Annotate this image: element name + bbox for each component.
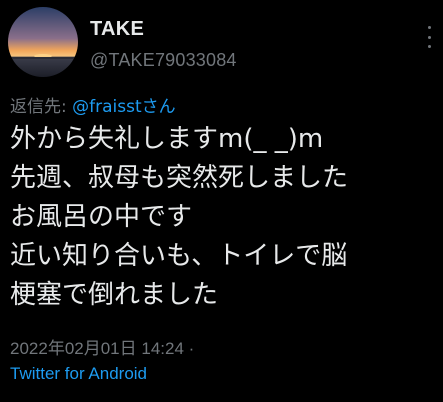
- tweet-text: 外から失礼しますm(_ _)m 先週、叔母も突然死しました お風呂の中です 近い…: [10, 120, 440, 315]
- tweet-timestamp[interactable]: 2022年02月01日 14:24 ·: [10, 334, 194, 359]
- more-dot: [427, 35, 431, 39]
- avatar[interactable]: [8, 7, 78, 77]
- more-dot: [427, 26, 431, 29]
- tweet-text-line: 先週、叔母も突然死しました: [10, 163, 349, 193]
- sunset-avatar-icon: [8, 7, 78, 77]
- tweet-text-line: お風呂の中です: [10, 202, 193, 232]
- display-name[interactable]: TAKE: [90, 18, 144, 41]
- tweet-text-line: 外から失礼しますm(_ _)m: [10, 124, 324, 154]
- reply-mention-link[interactable]: @fraisstさん: [72, 97, 176, 117]
- tweet-text-line: 近い知り合いも、トイレで脳: [10, 241, 348, 271]
- more-vertical-icon[interactable]: [421, 22, 437, 52]
- user-handle[interactable]: @TAKE79033084: [90, 50, 237, 71]
- reply-context: 返信先: @fraisstさん: [10, 92, 176, 117]
- tweet-card: TAKE @TAKE79033084 返信先: @fraisstさん 外から失礼…: [0, 0, 443, 402]
- more-dot: [427, 45, 431, 48]
- tweet-source-link[interactable]: Twitter for Android: [10, 364, 147, 384]
- tweet-text-line: 梗塞で倒れました: [10, 280, 219, 310]
- reply-prefix: 返信先:: [10, 97, 73, 117]
